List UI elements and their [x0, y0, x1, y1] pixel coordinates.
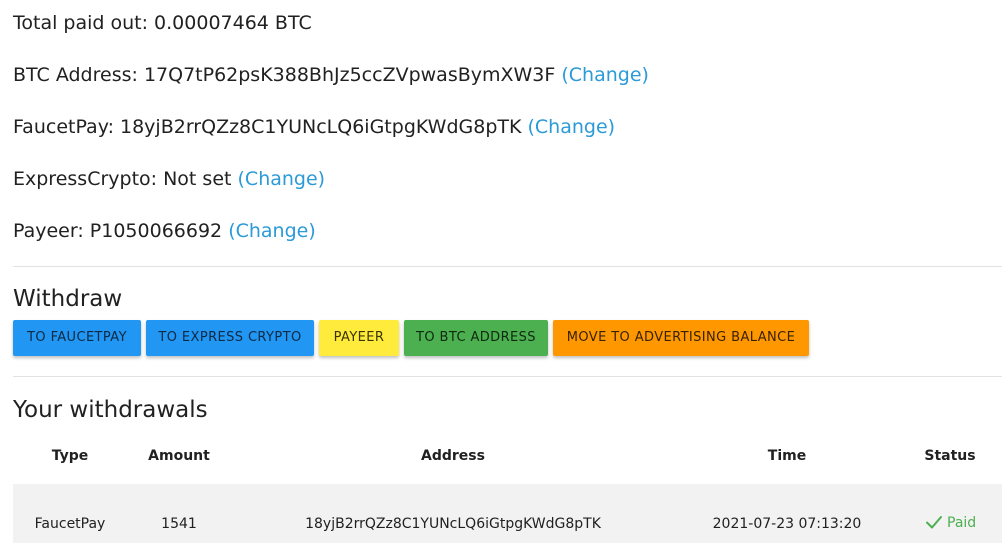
withdraw-heading: Withdraw	[13, 286, 123, 312]
change-btc-address-link[interactable]: (Change)	[561, 64, 649, 86]
change-faucetpay-link[interactable]: (Change)	[528, 116, 616, 138]
row-status: Paid	[925, 514, 976, 534]
to-faucetpay-button[interactable]: TO FAUCETPAY	[13, 320, 141, 356]
faucetpay-address-line: FaucetPay: 18yjB2rrQZz8C1YUNcLQ6iGtpgKWd…	[13, 115, 615, 139]
check-icon	[925, 514, 943, 534]
column-header-type: Type	[51, 448, 89, 464]
row-amount: 1541	[161, 516, 197, 532]
total-paid-out: Total paid out: 0.00007464 BTC	[13, 11, 312, 35]
payeer-address-text: Payeer: P1050066692	[13, 220, 223, 242]
change-expresscrypto-link[interactable]: (Change)	[238, 168, 326, 190]
expresscrypto-address-line: ExpressCrypto: Not set (Change)	[13, 167, 325, 191]
divider	[13, 376, 1002, 377]
to-express-crypto-button[interactable]: TO EXPRESS CRYPTO	[146, 320, 314, 356]
column-header-time: Time	[767, 448, 807, 464]
move-to-advertising-balance-button[interactable]: MOVE TO ADVERTISING BALANCE	[553, 320, 809, 356]
change-payeer-link[interactable]: (Change)	[228, 220, 316, 242]
btc-address-text: BTC Address: 17Q7tP62psK388BhJz5ccZVpwas…	[13, 64, 556, 86]
account-page: Total paid out: 0.00007464 BTC BTC Addre…	[0, 0, 1002, 543]
payeer-button[interactable]: PAYEER	[319, 320, 399, 356]
row-status-text: Paid	[947, 515, 977, 531]
row-type: FaucetPay	[34, 516, 106, 532]
withdrawals-heading: Your withdrawals	[13, 397, 208, 423]
table-row	[13, 484, 1002, 543]
total-paid-out-text: Total paid out: 0.00007464 BTC	[13, 12, 312, 34]
column-header-status: Status	[924, 448, 976, 464]
row-time: 2021-07-23 07:13:20	[712, 516, 862, 532]
to-btc-address-button[interactable]: TO BTC ADDRESS	[404, 320, 548, 356]
payeer-address-line: Payeer: P1050066692 (Change)	[13, 219, 316, 243]
faucetpay-address-text: FaucetPay: 18yjB2rrQZz8C1YUNcLQ6iGtpgKWd…	[13, 116, 522, 138]
row-address: 18yjB2rrQZz8C1YUNcLQ6iGtpgKWdG8pTK	[305, 516, 601, 532]
expresscrypto-address-text: ExpressCrypto: Not set	[13, 168, 232, 190]
column-header-amount: Amount	[148, 448, 210, 464]
divider	[13, 266, 1002, 267]
btc-address-line: BTC Address: 17Q7tP62psK388BhJz5ccZVpwas…	[13, 63, 649, 87]
column-header-address: Address	[421, 448, 485, 464]
